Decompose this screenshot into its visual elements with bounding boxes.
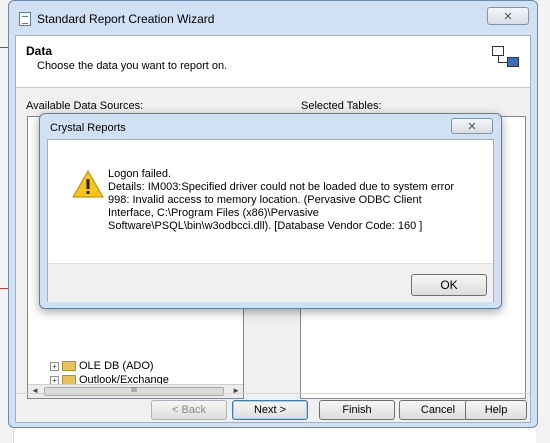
wizard-titlebar: Standard Report Creation Wizard bbox=[19, 9, 214, 29]
warning-icon bbox=[72, 170, 104, 198]
selected-tables-label: Selected Tables: bbox=[301, 100, 382, 112]
data-tables-icon bbox=[492, 46, 520, 68]
step-subtitle: Choose the data you want to report on. bbox=[37, 60, 228, 72]
next-button[interactable]: Next > bbox=[232, 400, 308, 420]
step-title: Data bbox=[26, 44, 53, 58]
horizontal-scrollbar[interactable]: ◄ III ► bbox=[28, 384, 243, 398]
tree-item-label: OLE DB (ADO) bbox=[79, 360, 154, 372]
footer-divider bbox=[16, 393, 530, 394]
error-message-line: Logon failed. bbox=[108, 168, 171, 180]
error-message-line: Software\PSQL\bin\w3odbcci.dll). [Databa… bbox=[108, 220, 423, 232]
dialog-footer: OK bbox=[48, 263, 493, 302]
error-message-line: Details: IM003:Specified driver could no… bbox=[108, 181, 455, 193]
background-app-edge-right bbox=[536, 0, 550, 443]
ok-button[interactable]: OK bbox=[411, 274, 487, 296]
close-icon: ✕ bbox=[467, 120, 477, 133]
error-dialog: Crystal Reports ✕ Logon failed. Details:… bbox=[39, 113, 502, 309]
folder-icon bbox=[62, 361, 76, 371]
help-button[interactable]: Help bbox=[465, 400, 527, 420]
back-button[interactable]: < Back bbox=[151, 400, 227, 420]
wizard-header: Data Choose the data you want to report … bbox=[16, 36, 530, 88]
wizard-title: Standard Report Creation Wizard bbox=[37, 12, 215, 26]
scroll-thumb[interactable]: III bbox=[44, 387, 224, 396]
finish-button[interactable]: Finish bbox=[319, 400, 395, 420]
dialog-close-button[interactable]: ✕ bbox=[451, 118, 493, 134]
tree-item-ole-db[interactable]: + OLE DB (ADO) bbox=[50, 360, 154, 372]
available-data-sources-label: Available Data Sources: bbox=[26, 100, 144, 112]
dialog-client-area: Logon failed. Details: IM003:Specified d… bbox=[47, 139, 494, 302]
expand-icon[interactable]: + bbox=[50, 361, 59, 371]
error-message-line: Interface, C:\Program Files (x86)\Pervas… bbox=[108, 207, 319, 219]
wizard-close-button[interactable]: ✕ bbox=[487, 7, 529, 25]
close-icon: ✕ bbox=[503, 10, 513, 23]
error-message: Logon failed. Details: IM003:Specified d… bbox=[108, 168, 488, 233]
error-message-line: 998: Invalid access to memory location. … bbox=[108, 194, 422, 206]
report-icon bbox=[19, 12, 31, 26]
dialog-title: Crystal Reports bbox=[50, 122, 126, 134]
